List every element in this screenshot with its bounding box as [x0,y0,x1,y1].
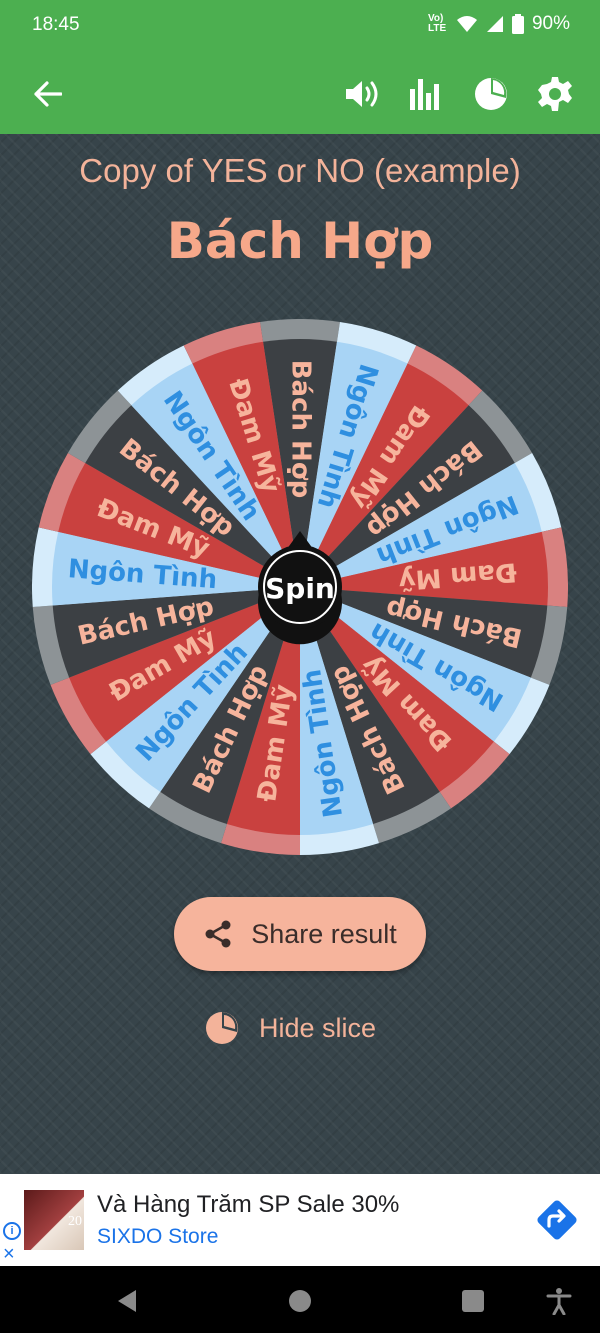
hide-slice-button[interactable]: Hide slice [205,1006,376,1050]
app-bar [0,52,600,134]
back-arrow-icon[interactable] [28,74,68,114]
ad-arrow-icon[interactable] [532,1195,582,1245]
wheel-result: Bách Hợp [166,212,434,270]
ad-banner[interactable]: 20 i × Và Hàng Trăm SP Sale 30% SIXDO St… [0,1174,600,1266]
status-time: 18:45 [32,14,80,35]
pie-chart-icon[interactable] [471,74,511,114]
share-icon [205,920,231,948]
wifi-icon [456,16,477,32]
ad-title[interactable]: Và Hàng Trăm SP Sale 30% [97,1191,399,1219]
accessibility-icon[interactable] [544,1286,574,1316]
main-content: Copy of YES or NO (example) Bách Hợp Bác… [0,134,600,1174]
status-icons: Vo) LTE 90% [428,13,570,35]
battery-percent: 90% [531,13,570,34]
signal-icon [486,16,503,32]
status-bar: 18:45 Vo) LTE 90% [0,0,600,52]
ad-close-icon[interactable]: × [3,1244,15,1264]
volume-icon[interactable] [343,74,383,114]
spin-label: Spin [265,572,335,605]
share-result-button[interactable]: Share result [174,897,426,971]
nav-recents-icon[interactable] [458,1286,488,1316]
pie-slice-icon [206,1012,238,1044]
wheel-title: Copy of YES or NO (example) [79,152,521,189]
gear-icon[interactable] [535,74,575,114]
ad-thumb-badge: 20 [68,1214,82,1229]
wheel-graphic[interactable]: Bách HợpNgôn TìnhĐam MỹBách HợpNgôn Tình… [32,319,568,855]
battery-icon [511,14,524,34]
nav-home-icon[interactable] [285,1286,315,1316]
bar-chart-icon[interactable] [406,74,446,114]
ad-thumbnail[interactable]: 20 [24,1190,84,1250]
wheel-slice-label: Bách Hợp [286,360,316,499]
share-result-label: Share result [251,918,397,949]
spin-wheel[interactable]: Bách Hợp Ngôn Tình Đam Mỹ Bách Hợp Ngôn Tình… [32,319,568,855]
volte-icon: Vo) LTE [427,13,447,34]
ad-info-icon[interactable]: i [3,1222,21,1240]
ad-source[interactable]: SIXDO Store [97,1225,218,1249]
hide-slice-label: Hide slice [259,1012,377,1043]
system-nav-bar [0,1266,600,1333]
nav-back-icon[interactable] [112,1286,142,1316]
